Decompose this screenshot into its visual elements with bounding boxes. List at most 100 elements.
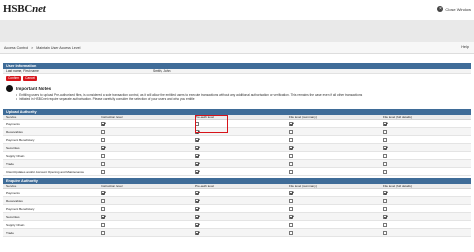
unchecked-checkbox[interactable] [289,153,293,158]
service-name: ClientUpdates and/or Account Opening and… [6,169,85,174]
service-name: Receivables [6,129,23,134]
breadcrumb: Access Control > Maintain User Access Le… [4,46,80,50]
unchecked-checkbox[interactable] [289,230,293,235]
breadcrumb-access-control[interactable]: Access Control [4,46,28,50]
unchecked-checkbox[interactable] [289,169,293,174]
permission-cell [101,128,193,135]
unchecked-checkbox[interactable] [383,129,387,134]
permission-cell [101,120,193,127]
action-buttons: Confirm Cancel [6,76,471,81]
table-row: Receivables [3,128,471,136]
checked-checkbox[interactable] [195,153,199,158]
unchecked-checkbox[interactable] [195,121,199,126]
table-row: Trade [3,160,471,168]
permission-cell [195,128,287,135]
checked-checkbox[interactable] [195,145,199,150]
permission-cell [101,189,193,196]
checked-checkbox[interactable] [383,190,387,195]
checked-checkbox[interactable] [195,214,199,219]
checked-checkbox[interactable] [195,129,199,134]
unchecked-checkbox[interactable] [101,198,105,203]
table-row: Securities [3,213,471,221]
unchecked-checkbox[interactable] [101,206,105,211]
unchecked-checkbox[interactable] [289,222,293,227]
unchecked-checkbox[interactable] [383,137,387,142]
confirm-button[interactable]: Confirm [6,76,22,81]
table-row: Trade [3,229,471,237]
breadcrumb-separator: > [31,46,34,50]
unchecked-checkbox[interactable] [101,129,105,134]
unchecked-checkbox[interactable] [383,161,387,166]
permission-cell [383,136,471,143]
note-item: initiated in HSBCnet require separate au… [16,97,466,101]
permission-cell [383,197,471,204]
checked-checkbox[interactable] [195,222,199,227]
checked-checkbox[interactable] [383,121,387,126]
checked-checkbox[interactable] [195,206,199,211]
checked-checkbox[interactable] [289,190,293,195]
checked-checkbox[interactable] [289,121,293,126]
unchecked-checkbox[interactable] [289,198,293,203]
permission-cell [195,229,287,236]
unchecked-checkbox[interactable] [101,153,105,158]
unchecked-checkbox[interactable] [289,161,293,166]
permission-cell [289,168,381,175]
permission-cell [383,229,471,236]
permission-cell [383,160,471,167]
checked-checkbox[interactable] [383,214,387,219]
unchecked-checkbox[interactable] [383,222,387,227]
help-link[interactable]: Help [461,45,469,49]
unchecked-checkbox[interactable] [289,129,293,134]
checked-checkbox[interactable] [195,161,199,166]
unchecked-checkbox[interactable] [101,137,105,142]
unchecked-checkbox[interactable] [289,137,293,142]
table-row: ClientUpdates and/or Account Opening and… [3,168,471,176]
unchecked-checkbox[interactable] [383,198,387,203]
top-bar: HSBCnet × Close Window [0,0,474,20]
main-content: User Information Last name, First name S… [3,63,471,237]
column-header: Service [6,115,17,119]
permission-cell [195,160,287,167]
permission-cell [195,120,287,127]
checked-checkbox[interactable] [195,169,199,174]
table-row: Payment Beneficiary [3,205,471,213]
unchecked-checkbox[interactable] [101,161,105,166]
service-name: Trade [6,161,14,166]
checked-checkbox[interactable] [101,190,105,195]
permission-cell [101,221,193,228]
permission-cell [195,152,287,159]
permission-cell [383,221,471,228]
unchecked-checkbox[interactable] [101,169,105,174]
permission-cell [289,213,381,220]
upload-authority-section: Upload Authority Service Instruction lev… [3,109,471,176]
service-name: Payments [6,121,20,126]
upload-authority-table: Service Instruction level Pre-auth level… [3,115,471,176]
unchecked-checkbox[interactable] [383,206,387,211]
column-header: File level (full details) [383,115,412,119]
checked-checkbox[interactable] [289,145,293,150]
unchecked-checkbox[interactable] [383,153,387,158]
checked-checkbox[interactable] [383,145,387,150]
hsbcnet-logo: HSBCnet [3,3,46,15]
checked-checkbox[interactable] [289,214,293,219]
permission-cell [195,197,287,204]
unchecked-checkbox[interactable] [383,230,387,235]
unchecked-checkbox[interactable] [101,222,105,227]
unchecked-checkbox[interactable] [101,230,105,235]
table-row: Payments [3,120,471,128]
permission-cell [195,205,287,212]
checked-checkbox[interactable] [101,145,105,150]
cancel-button[interactable]: Cancel [23,76,38,81]
checked-checkbox[interactable] [195,137,199,142]
notes-list: Entitling users to upload Pre-authorised… [16,93,466,102]
important-notes: Important Notes Entitling users to uploa… [3,85,471,107]
checked-checkbox[interactable] [195,190,199,195]
checked-checkbox[interactable] [195,198,199,203]
checked-checkbox[interactable] [101,121,105,126]
checked-checkbox[interactable] [101,214,105,219]
notes-icon [6,85,13,92]
unchecked-checkbox[interactable] [383,169,387,174]
close-window-button[interactable]: × Close Window [437,6,471,12]
unchecked-checkbox[interactable] [289,206,293,211]
checked-checkbox[interactable] [195,230,199,235]
